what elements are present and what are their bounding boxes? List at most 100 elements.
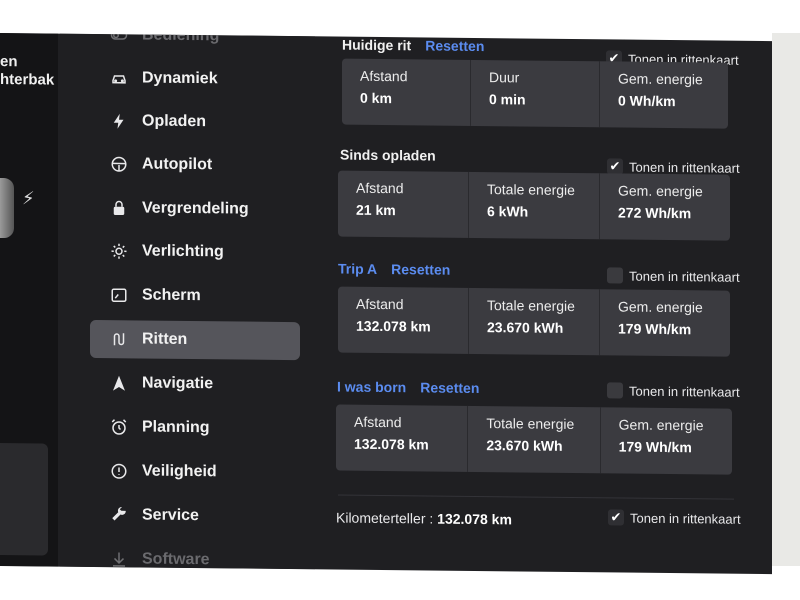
sidebar-item-label: Software	[142, 550, 210, 569]
stat-label: Totale energie	[486, 415, 575, 433]
section-current-trip-header: Huidige rit Resetten	[342, 37, 484, 54]
stat-cell: Afstand 132.078 km	[336, 404, 469, 472]
gutter-text-1: en	[0, 53, 18, 71]
sidebar-item-label: Dynamiek	[142, 69, 218, 88]
trip-a-name[interactable]: Trip A	[338, 261, 377, 277]
sidebar-item-ritten[interactable]: Ritten	[90, 319, 300, 361]
stat-cell: Afstand 0 km	[342, 58, 471, 126]
gutter-card[interactable]	[0, 443, 48, 556]
sidebar-item-label: Vergrendeling	[142, 199, 249, 218]
sidebar-item-label: Navigatie	[142, 374, 214, 393]
section-trip-a-header: Trip A Resetten	[338, 261, 450, 278]
reset-trip-b-button[interactable]: Resetten	[420, 379, 479, 396]
section-since-charge-header: Sinds opladen	[340, 147, 436, 164]
show-in-trip-map-checkbox-odometer[interactable]: ✔ Tonen in rittenkaart	[608, 509, 741, 526]
checkbox-label: Tonen in rittenkaart	[629, 268, 740, 285]
checkbox-label: Tonen in rittenkaart	[629, 383, 740, 400]
lock-icon	[108, 197, 130, 219]
sidebar-item-label: Opladen	[142, 112, 207, 131]
stat-label: Afstand	[356, 179, 404, 197]
sidebar-item-vergrendeling[interactable]: Vergrendeling	[90, 189, 300, 229]
stat-cell: Gem. energie 179 Wh/km	[601, 407, 732, 474]
stat-cell: Afstand 21 km	[338, 170, 469, 238]
car-icon	[108, 67, 130, 89]
trip-a-card: Afstand 132.078 km Totale energie 23.670 k…	[338, 286, 730, 357]
display-icon	[108, 284, 130, 306]
sidebar-item-navigatie[interactable]: Navigatie	[90, 364, 300, 404]
stat-cell: Gem. energie 272 Wh/km	[600, 173, 730, 240]
stat-label: Gem. energie	[618, 416, 704, 434]
stat-label: Gem. energie	[618, 182, 703, 200]
route-icon	[108, 328, 130, 350]
sidebar-item-label: Autopilot	[142, 155, 213, 174]
wrench-icon	[108, 504, 130, 526]
stat-cell: Totale energie 6 kWh	[469, 171, 600, 240]
divider	[338, 494, 734, 500]
reset-current-trip-button[interactable]: Resetten	[425, 37, 484, 54]
alert-circle-icon	[108, 460, 130, 482]
download-icon	[108, 548, 130, 570]
stat-value: 23.670 kWh	[486, 437, 563, 454]
stat-cell: Duur 0 min	[471, 59, 600, 128]
stat-cell: Gem. energie 179 Wh/km	[600, 289, 730, 356]
sidebar-item-label: Veiligheid	[142, 462, 217, 481]
stat-cell: Totale energie 23.670 kWh	[469, 287, 600, 356]
checkbox-box	[607, 382, 623, 399]
sidebar-item-software[interactable]: Software	[90, 540, 300, 574]
stat-label: Totale energie	[487, 181, 575, 199]
stat-value: 132.078 km	[354, 435, 429, 453]
sidebar-item-label: Planning	[142, 418, 210, 437]
stat-value: 272 Wh/km	[618, 204, 692, 222]
stat-value: 179 Wh/km	[618, 438, 692, 456]
sidebar-item-label: Bediening	[142, 33, 220, 45]
sidebar-item-label: Ritten	[142, 330, 188, 348]
sidebar-item-label: Service	[142, 506, 199, 525]
sidebar-item-verlichting[interactable]: Verlichting	[90, 232, 300, 272]
sidebar-item-service[interactable]: Service	[90, 496, 300, 536]
sidebar-item-planning[interactable]: Planning	[90, 408, 300, 448]
section-title: Huidige rit	[342, 36, 412, 54]
sidebar-item-scherm[interactable]: Scherm	[90, 276, 300, 316]
sidebar-item-bediening[interactable]: Bediening	[90, 33, 300, 56]
stat-value: 21 km	[356, 201, 396, 219]
sidebar-item-autopilot[interactable]: Autopilot	[90, 145, 300, 185]
sidebar-item-opladen[interactable]: Opladen	[90, 102, 300, 142]
stat-label: Duur	[489, 69, 520, 86]
checkmark-icon: ✔	[607, 158, 623, 175]
navigation-arrow-icon	[108, 372, 130, 394]
sidebar-item-label: Scherm	[142, 286, 201, 305]
stat-label: Afstand	[360, 67, 408, 85]
odometer-readout: Kilometerteller : 132.078 km	[336, 510, 512, 528]
stat-value: 179 Wh/km	[618, 320, 692, 338]
steering-wheel-icon	[108, 153, 130, 175]
trip-b-name[interactable]: I was born	[337, 379, 406, 396]
stat-value: 0 min	[489, 91, 526, 108]
stat-label: Gem. energie	[618, 298, 703, 316]
checkbox-box	[607, 267, 623, 284]
odometer-separator: :	[429, 510, 434, 527]
sun-icon	[108, 240, 130, 262]
stat-cell: Afstand 132.078 km	[338, 286, 469, 354]
show-in-trip-map-checkbox-trip-a[interactable]: Tonen in rittenkaart	[607, 267, 740, 284]
stat-value: 0 km	[360, 89, 392, 107]
alarm-clock-icon	[108, 416, 130, 438]
stat-label: Afstand	[354, 413, 402, 431]
section-trip-b-header: I was born Resetten	[337, 379, 479, 396]
stat-label: Gem. energie	[618, 70, 703, 88]
stat-cell: Totale energie 23.670 kWh	[468, 405, 601, 474]
stat-value: 132.078 km	[356, 317, 431, 335]
sidebar-item-dynamiek[interactable]: Dynamiek	[90, 59, 300, 99]
reset-trip-a-button[interactable]: Resetten	[391, 261, 450, 278]
stat-value: 0 Wh/km	[618, 92, 676, 110]
charging-bolt-icon: ⚡	[22, 188, 35, 209]
stat-value: 6 kWh	[487, 203, 529, 220]
current-trip-card: Afstand 0 km Duur 0 min Gem. energie 0 Wh/k…	[342, 58, 728, 129]
sidebar-item-label: Verlichting	[142, 242, 224, 261]
gutter-text-2: hterbak	[0, 71, 55, 89]
stat-label: Afstand	[356, 295, 404, 313]
sidebar-item-veiligheid[interactable]: Veiligheid	[90, 452, 300, 492]
show-in-trip-map-checkbox-trip-b[interactable]: Tonen in rittenkaart	[607, 382, 740, 399]
stat-cell: Gem. energie 0 Wh/km	[600, 61, 728, 128]
section-title: Sinds opladen	[340, 146, 436, 164]
checkmark-icon: ✔	[608, 509, 624, 526]
